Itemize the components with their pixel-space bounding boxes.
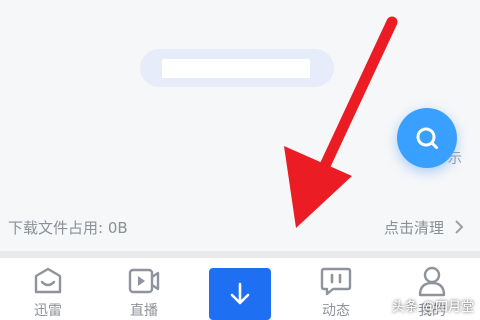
tab-label: 迅雷	[34, 303, 62, 319]
redacted-search-text	[162, 59, 310, 78]
app-screen: 示 下载文件占用: 0B 点击清理 迅雷 直播 动态 我的 头条 @四月堂	[0, 0, 480, 320]
tab-download[interactable]	[192, 258, 288, 320]
video-icon	[126, 264, 162, 298]
user-icon	[414, 264, 450, 298]
download-tab-button[interactable]	[209, 268, 271, 320]
home-icon	[30, 264, 66, 298]
chevron-right-icon	[454, 220, 464, 234]
tab-xunlei[interactable]: 迅雷	[0, 258, 96, 320]
tab-label: 直播	[130, 303, 158, 319]
chat-icon	[318, 264, 354, 298]
storage-usage-label: 下载文件占用: 0B	[8, 218, 128, 237]
watermark-text: 头条 @四月堂	[391, 300, 474, 315]
tab-live[interactable]: 直播	[96, 258, 192, 320]
search-icon	[416, 127, 438, 149]
section-divider	[0, 251, 480, 258]
clean-storage-label: 点击清理	[383, 218, 444, 237]
search-fab-button[interactable]	[397, 108, 457, 168]
download-icon	[230, 282, 250, 305]
clean-storage-link[interactable]: 点击清理	[384, 217, 464, 238]
storage-usage-row: 下载文件占用: 0B 点击清理	[0, 209, 480, 245]
tab-feed[interactable]: 动态	[288, 258, 384, 320]
tab-label: 动态	[322, 303, 350, 319]
